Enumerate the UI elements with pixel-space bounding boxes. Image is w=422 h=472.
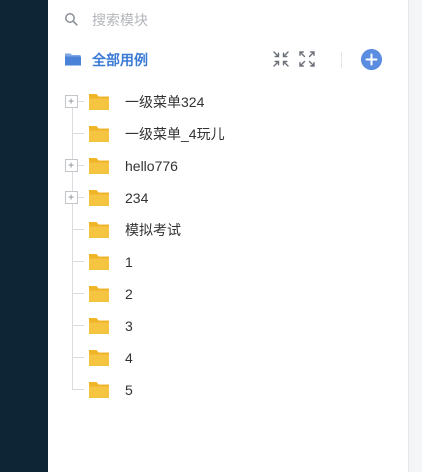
expand-all-icon[interactable]	[298, 50, 316, 68]
tree-node[interactable]: 模拟考试	[48, 214, 408, 246]
search-icon	[65, 13, 78, 26]
right-gutter	[408, 0, 422, 472]
tree-node[interactable]: 234	[48, 182, 408, 214]
folder-icon	[89, 126, 109, 142]
folder-stack-icon	[65, 53, 81, 66]
tree-node-label: 模拟考试	[125, 222, 181, 238]
tree-node-label: 一级菜单324	[125, 94, 205, 110]
tree-node-label: 5	[125, 382, 133, 398]
expand-toggle-plus-icon[interactable]	[65, 159, 78, 172]
plus-circle-icon[interactable]	[361, 49, 382, 70]
tree-node[interactable]: 4	[48, 342, 408, 374]
folder-icon	[89, 382, 109, 398]
tree-branch-line	[73, 229, 84, 230]
tree-node[interactable]: 5	[48, 374, 408, 406]
tree-branch-line	[73, 261, 84, 262]
search-bar	[48, 0, 408, 40]
folder-icon	[89, 286, 109, 302]
tree-branch-line	[73, 357, 84, 358]
tree-node-label: 2	[125, 286, 133, 302]
tree-node-label: 4	[125, 350, 133, 366]
expand-toggle-plus-icon[interactable]	[65, 95, 78, 108]
folder-icon	[89, 158, 109, 174]
folder-icon	[89, 254, 109, 270]
folder-icon	[89, 190, 109, 206]
expand-toggle-plus-icon[interactable]	[65, 191, 78, 204]
tree-node[interactable]: 一级菜单_4玩儿	[48, 118, 408, 150]
collapse-all-icon[interactable]	[272, 50, 290, 68]
header-divider	[341, 52, 342, 68]
tree-node[interactable]: 3	[48, 310, 408, 342]
tree-node-label: 234	[125, 190, 149, 206]
tree-node-label: 1	[125, 254, 133, 270]
tree-node-label: 一级菜单_4玩儿	[125, 126, 225, 142]
all-cases-title[interactable]: 全部用例	[92, 50, 148, 70]
module-tree: 一级菜单324 一级菜单_4玩儿 hello776 234 模拟考试 1 2 3 4 5	[48, 86, 408, 406]
tree-node[interactable]: 1	[48, 246, 408, 278]
folder-icon	[89, 222, 109, 238]
tree-node[interactable]: 一级菜单324	[48, 86, 408, 118]
tree-branch-line	[73, 325, 84, 326]
tree-branch-line	[73, 389, 84, 390]
tree-node-label: 3	[125, 318, 133, 334]
folder-icon	[89, 350, 109, 366]
tree-node[interactable]: 2	[48, 278, 408, 310]
folder-icon	[89, 318, 109, 334]
tree-branch-line	[73, 293, 84, 294]
module-tree-panel: 全部用例 一级菜单324一级菜单_4玩儿he	[48, 0, 408, 472]
search-input[interactable]	[92, 7, 372, 33]
tree-header: 全部用例	[48, 44, 408, 76]
tree-branch-line	[73, 133, 84, 134]
tree-node-label: hello776	[125, 158, 178, 174]
folder-icon	[89, 94, 109, 110]
tree-node[interactable]: hello776	[48, 150, 408, 182]
left-navigation-rail	[0, 0, 48, 472]
